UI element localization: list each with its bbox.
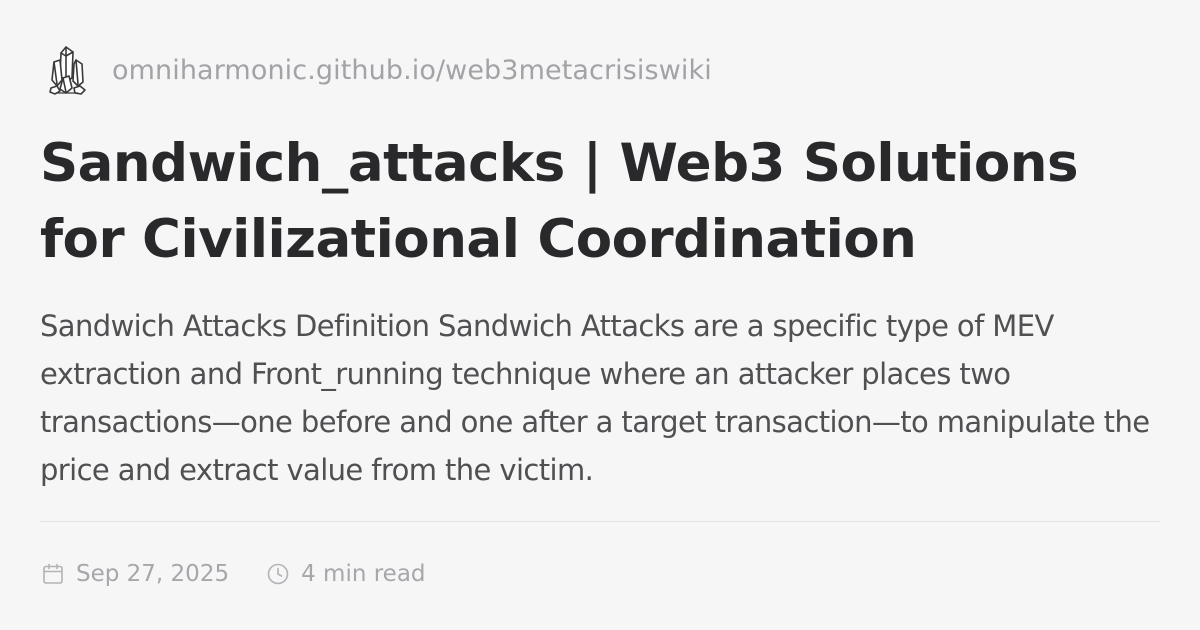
divider	[40, 521, 1160, 522]
page-title: Sandwich_attacks | Web3 Solutions for Ci…	[40, 133, 1079, 270]
calendar-icon	[40, 561, 66, 587]
publish-date-text: Sep 27, 2025	[76, 561, 230, 587]
site-url[interactable]: omniharmonic.github.io/web3metacrisiswik…	[112, 55, 712, 86]
site-header: omniharmonic.github.io/web3metacrisiswik…	[46, 40, 712, 100]
clock-icon	[265, 561, 291, 587]
social-preview-card: omniharmonic.github.io/web3metacrisiswik…	[0, 0, 1200, 630]
article-meta: Sep 27, 2025 4 min read	[40, 556, 426, 592]
article-description: Sandwich Attacks Definition Sandwich Att…	[40, 309, 1150, 487]
read-time: 4 min read	[265, 561, 426, 587]
publish-date: Sep 27, 2025	[40, 561, 229, 587]
read-time-text: 4 min read	[301, 561, 426, 587]
crystal-cluster-icon	[46, 42, 90, 98]
